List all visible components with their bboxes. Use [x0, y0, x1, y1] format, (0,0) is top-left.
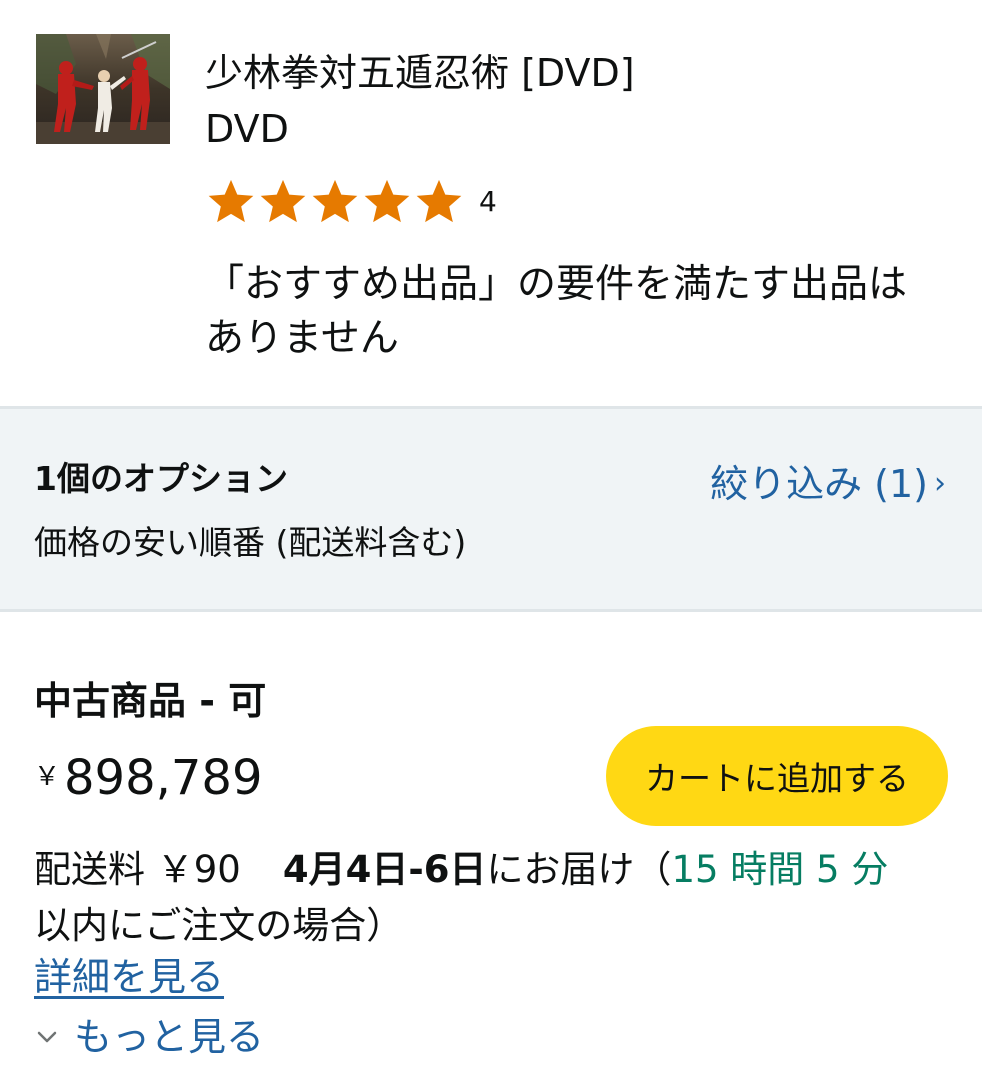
options-count: 1個のオプション — [34, 459, 288, 498]
shipping-fee: 配送料 ￥90 — [34, 848, 241, 891]
star-icons — [205, 176, 465, 228]
offer-price: ￥ 898,789 — [34, 750, 263, 806]
chevron-down-icon — [37, 1031, 57, 1043]
product-format: DVD — [205, 107, 289, 151]
star-icon — [208, 179, 254, 223]
delivery-suffix: にお届け（ — [486, 848, 672, 891]
filter-button[interactable]: 絞り込み (1) › — [710, 459, 946, 509]
see-more-toggle[interactable]: もっと見る — [34, 1012, 264, 1062]
delivery-info: 配送料 ￥90 4月4日-6日にお届け（15 時間 5 分以内にご注文の場合） — [34, 842, 954, 954]
delivery-date: 4月4日-6日 — [282, 848, 487, 891]
star-icon — [312, 179, 358, 223]
star-icon — [364, 179, 410, 223]
countdown-suffix: 以内にご注文の場合） — [34, 904, 404, 947]
chevron-right-icon: › — [934, 466, 946, 501]
details-link[interactable]: 詳細を見る — [34, 952, 224, 1002]
product-thumbnail[interactable] — [36, 34, 170, 144]
offer-options-bar: 1個のオプション 価格の安い順番 (配送料含む) 絞り込み (1) › — [0, 406, 982, 612]
offer-condition: 中古商品 - 可 — [34, 679, 267, 723]
star-icon — [416, 179, 462, 223]
product-image — [36, 34, 170, 144]
price-amount: 898,789 — [64, 750, 263, 806]
sort-order-label: 価格の安い順番 (配送料含む) — [34, 523, 467, 562]
filter-label: 絞り込み (1) — [710, 462, 928, 506]
order-countdown: 15 時間 5 分 — [671, 848, 889, 891]
no-featured-offer-message: 「おすすめ出品」の要件を満たす出品はありません — [205, 262, 908, 361]
see-more-label: もっと見る — [74, 1015, 265, 1059]
rating-count: 4 — [479, 184, 497, 218]
currency-symbol: ￥ — [34, 762, 61, 792]
star-icon — [260, 179, 306, 223]
offer-card: 中古商品 - 可 ￥ 898,789 カートに追加する 配送料 ￥90 4月4日-… — [0, 612, 982, 1080]
add-to-cart-button[interactable]: カートに追加する — [606, 726, 948, 826]
product-title[interactable]: 少林拳対五遁忍術 [DVD] — [205, 48, 635, 98]
star-rating[interactable]: 4 — [205, 175, 497, 229]
product-summary: 少林拳対五遁忍術 [DVD] DVD 4 「おすすめ出品」の要件を満たす出品はあ… — [0, 0, 982, 406]
